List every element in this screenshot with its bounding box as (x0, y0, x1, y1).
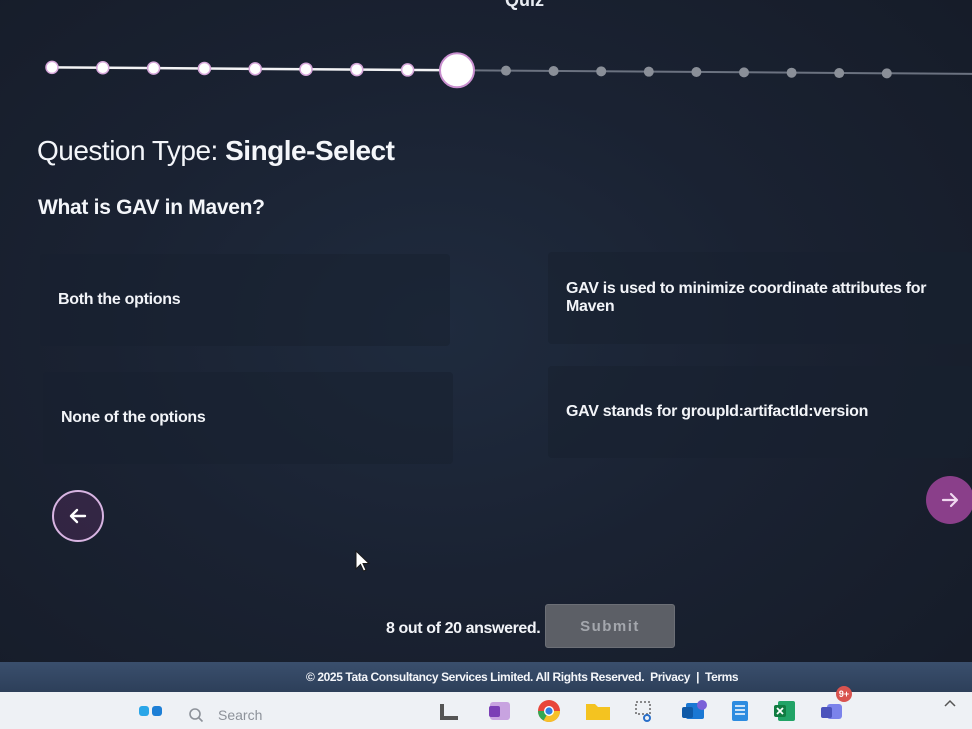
previous-question-button[interactable] (52, 490, 104, 542)
privacy-link[interactable]: Privacy (650, 670, 690, 684)
progress-step-completed[interactable] (400, 63, 415, 77)
search-icon (189, 708, 204, 723)
progress-step-completed[interactable] (197, 61, 212, 76)
answered-count: 8 out of 20 answered. (386, 620, 541, 637)
option-label: GAV stands for groupId:artifactId:versio… (566, 403, 869, 420)
progress-step-current[interactable] (439, 52, 475, 89)
file-explorer-icon[interactable] (438, 698, 464, 724)
footer-separator: | (696, 670, 700, 684)
progress-step-upcoming[interactable] (739, 67, 749, 78)
progress-step-completed[interactable] (45, 60, 59, 75)
progress-step-completed[interactable] (96, 60, 110, 75)
option-label: GAV is used to minimize coordinate attri… (566, 280, 927, 315)
option-label: Both the options (58, 291, 181, 308)
option-gav-definition[interactable]: GAV stands for groupId:artifactId:versio… (548, 366, 972, 458)
option-none[interactable]: None of the options (43, 372, 453, 464)
excel-icon[interactable] (772, 698, 798, 724)
onenote-icon[interactable] (487, 698, 513, 724)
question-text: What is GAV in Maven? (38, 196, 265, 219)
chevron-up-icon[interactable] (940, 694, 966, 720)
folder-icon[interactable] (584, 698, 610, 724)
progress-track (45, 52, 972, 89)
search-placeholder: Search (218, 707, 263, 723)
progress-step-upcoming[interactable] (691, 67, 702, 78)
widgets-icon[interactable] (136, 700, 166, 722)
notepad-icon[interactable] (727, 698, 753, 724)
notification-badge: 9+ (836, 686, 852, 702)
option-label: None of the options (61, 409, 206, 426)
teams-icon[interactable] (818, 698, 844, 724)
snipping-tool-icon[interactable] (633, 698, 659, 724)
next-question-button[interactable] (926, 476, 972, 524)
progress-step-upcoming[interactable] (881, 68, 892, 79)
question-type: Question Type: Single-Select (37, 135, 395, 167)
page-title: Quiz (505, 0, 544, 10)
chrome-icon[interactable] (536, 698, 562, 724)
progress-step-upcoming[interactable] (596, 66, 607, 77)
question-progress (0, 40, 972, 110)
question-type-value: Single-Select (225, 135, 395, 166)
progress-step-upcoming[interactable] (501, 65, 511, 76)
progress-line-remaining (456, 69, 972, 75)
progress-step-completed[interactable] (350, 62, 364, 77)
progress-step-completed[interactable] (299, 62, 313, 76)
outlook-icon[interactable] (680, 698, 707, 724)
progress-step-upcoming[interactable] (548, 65, 559, 76)
question-type-label: Question Type: (37, 135, 226, 166)
mouse-cursor-icon (355, 550, 371, 572)
progress-step-upcoming[interactable] (643, 66, 654, 77)
taskbar-search[interactable]: Search (188, 700, 418, 729)
progress-step-upcoming[interactable] (834, 68, 845, 79)
copyright-text: © 2025 Tata Consultancy Services Limited… (306, 670, 645, 684)
arrow-left-icon (69, 508, 87, 524)
option-both[interactable]: Both the options (40, 254, 450, 346)
arrow-right-icon (941, 492, 959, 508)
progress-step-upcoming[interactable] (786, 67, 797, 78)
terms-link[interactable]: Terms (705, 670, 739, 684)
progress-step-completed[interactable] (146, 61, 161, 75)
submit-button[interactable]: Submit (545, 604, 675, 648)
option-minimize-coordinates[interactable]: GAV is used to minimize coordinate attri… (548, 252, 972, 344)
windows-taskbar: Search (0, 692, 972, 729)
progress-step-completed[interactable] (248, 62, 262, 76)
footer: © 2025 Tata Consultancy Services Limited… (306, 670, 739, 684)
